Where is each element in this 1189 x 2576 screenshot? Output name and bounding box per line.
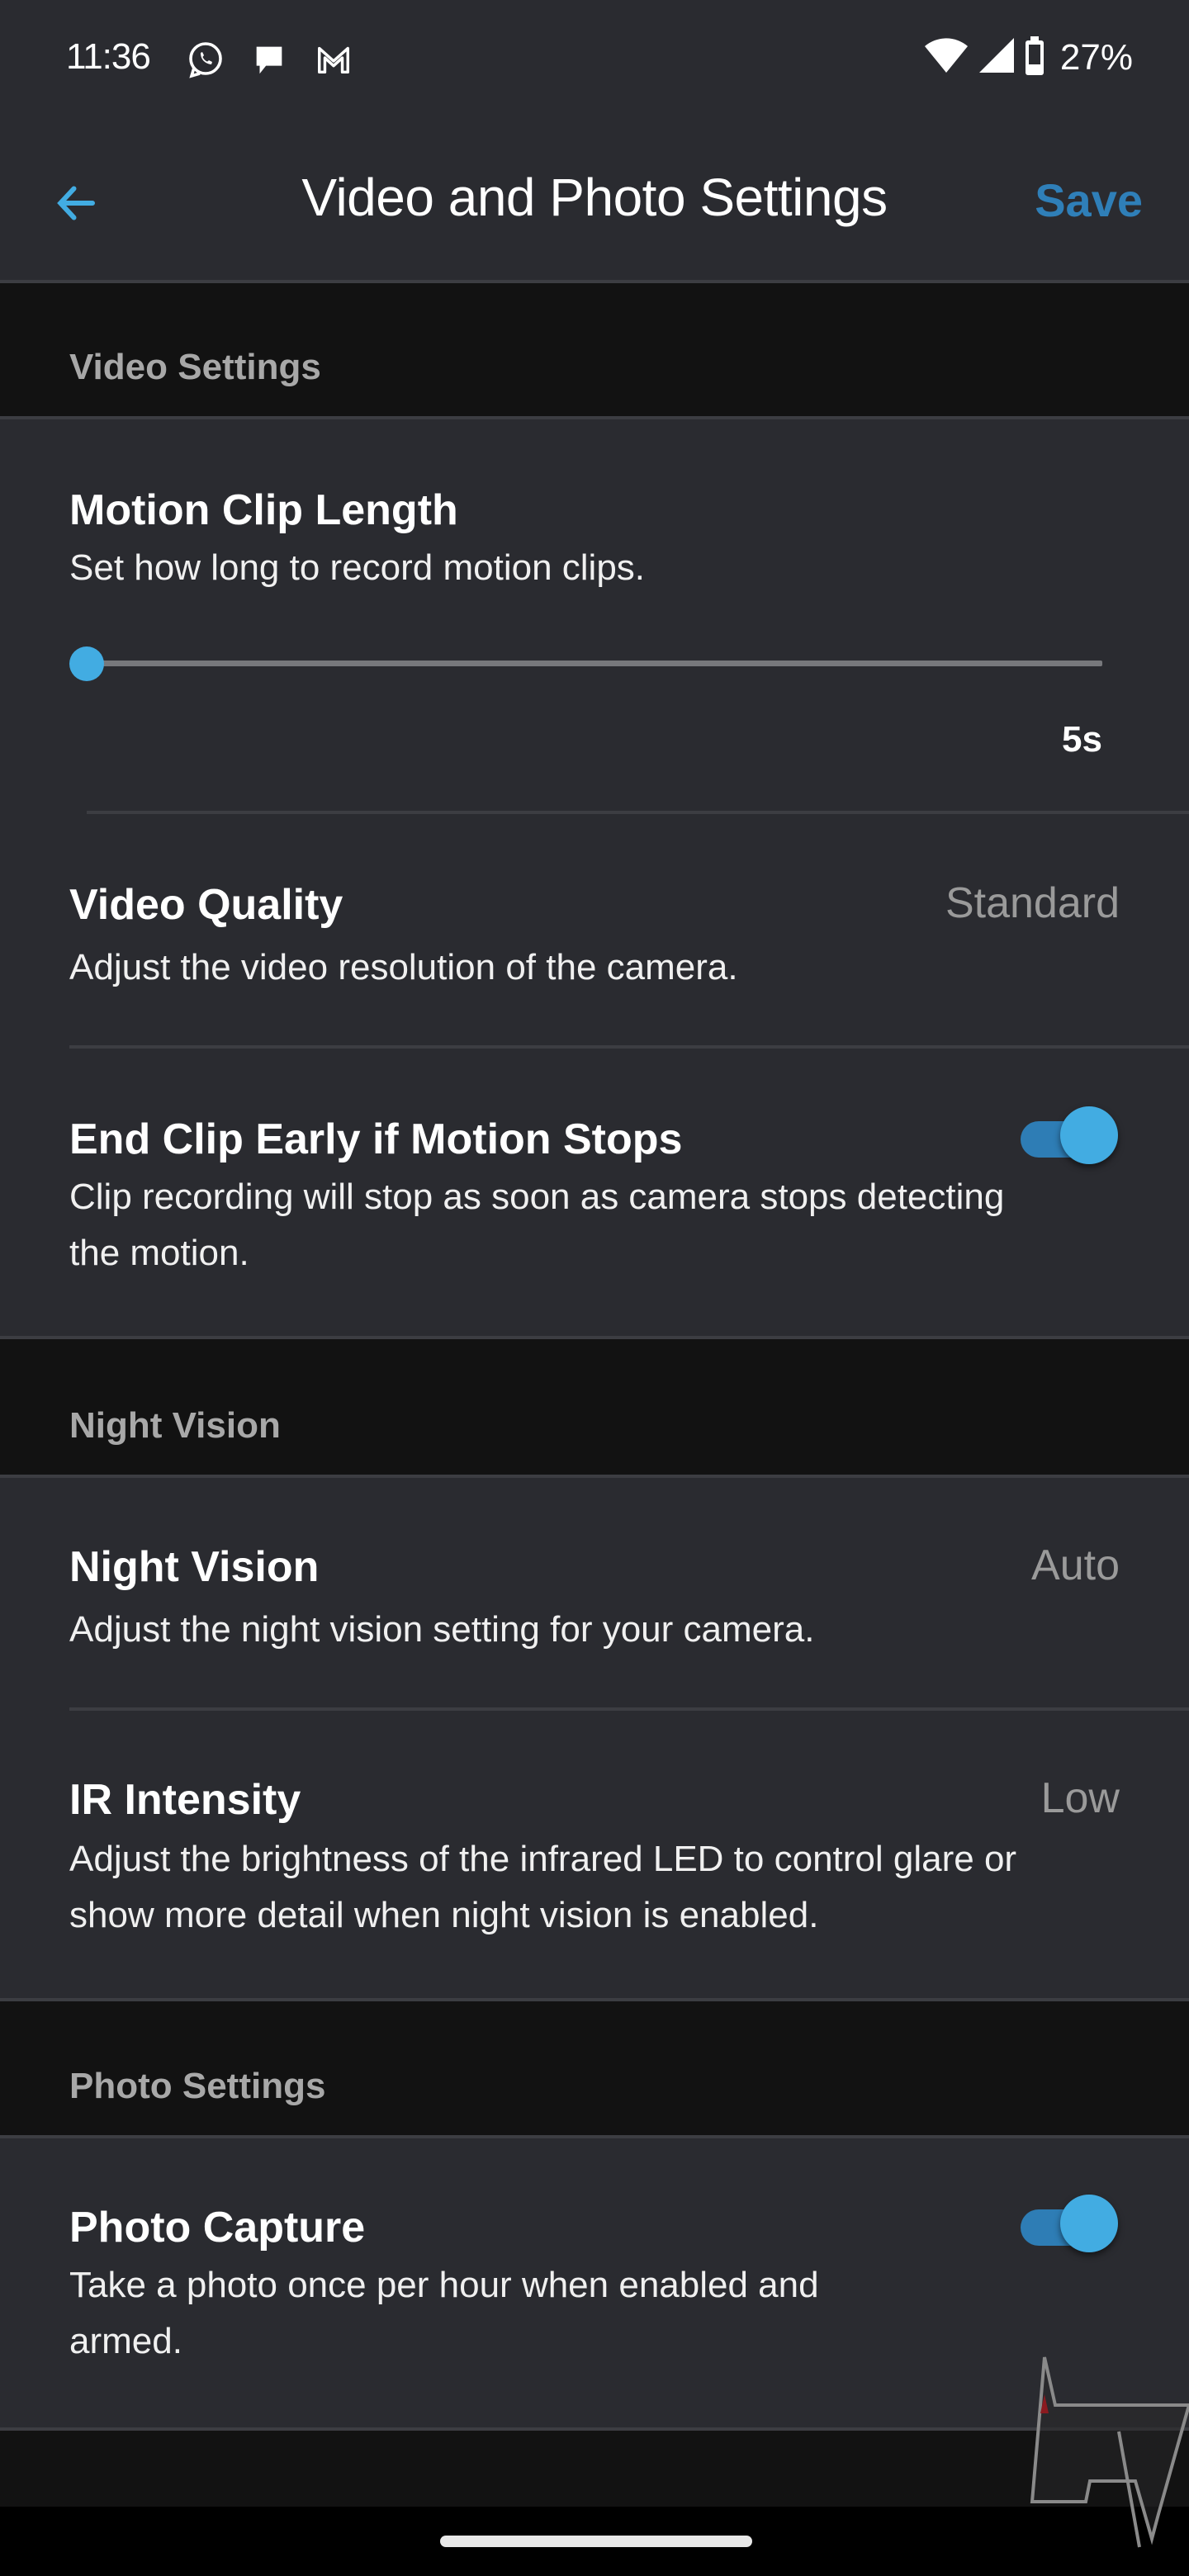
video-settings-group: Motion Clip Length Set how long to recor…: [0, 419, 1189, 1339]
whatsapp-icon: [185, 40, 225, 79]
status-time: 11:36: [66, 36, 151, 77]
setting-title: End Clip Early if Motion Stops: [69, 1115, 683, 1163]
setting-description: Adjust the video resolution of the camer…: [69, 947, 738, 987]
section-header-label: Video Settings: [69, 347, 321, 387]
system-status: 27%: [923, 33, 1133, 83]
setting-value: Standard: [945, 879, 1120, 927]
setting-value: Auto: [1031, 1541, 1120, 1589]
save-button[interactable]: Save: [1035, 173, 1143, 227]
setting-row-motion-clip-length: Motion Clip Length Set how long to recor…: [0, 419, 1189, 816]
setting-description: Clip recording will stop as soon as came…: [69, 1177, 1005, 1273]
setting-row-night-vision[interactable]: Night Vision Auto Adjust the night visio…: [0, 1478, 1189, 1711]
setting-title: IR Intensity: [69, 1776, 301, 1824]
battery-icon: [1024, 36, 1045, 80]
night-vision-group: Night Vision Auto Adjust the night visio…: [0, 1478, 1189, 2001]
app-bar: Video and Photo Settings Save: [0, 124, 1189, 283]
home-gesture-handle[interactable]: [440, 2536, 752, 2547]
setting-description: Take a photo once per hour when enabled …: [69, 2265, 819, 2361]
section-header-label: Night Vision: [69, 1405, 281, 1446]
section-header-label: Photo Settings: [69, 2066, 326, 2106]
slider-value-label: 5s: [1062, 719, 1102, 760]
page-title: Video and Photo Settings: [301, 168, 888, 227]
photo-capture-toggle[interactable]: [1021, 2195, 1118, 2261]
setting-title: Night Vision: [69, 1543, 320, 1591]
cell-signal-icon: [978, 36, 1016, 80]
toggle-thumb: [1060, 2195, 1118, 2252]
slider-thumb[interactable]: [69, 646, 104, 681]
section-header-night-vision: Night Vision: [0, 1339, 1189, 1478]
android-police-logo-icon: [950, 2349, 1189, 2555]
section-header-video-settings: Video Settings: [0, 283, 1189, 419]
status-bar: 11:36 27%: [0, 0, 1189, 124]
setting-description: Adjust the night vision setting for your…: [69, 1609, 815, 1650]
setting-title: Video Quality: [69, 881, 343, 929]
messages-icon: [249, 40, 289, 79]
setting-row-ir-intensity[interactable]: IR Intensity Low Adjust the brightness o…: [0, 1711, 1189, 2000]
setting-title: Photo Capture: [69, 2204, 366, 2252]
setting-description: Set how long to record motion clips.: [69, 547, 646, 588]
section-header-photo-settings: Photo Settings: [0, 2001, 1189, 2138]
end-clip-early-toggle[interactable]: [1021, 1106, 1118, 1172]
motion-clip-length-slider[interactable]: [87, 661, 1102, 666]
gmail-icon: [314, 40, 353, 79]
setting-row-end-clip-early: End Clip Early if Motion Stops Clip reco…: [0, 1049, 1189, 1338]
setting-row-video-quality[interactable]: Video Quality Standard Adjust the video …: [0, 814, 1189, 1049]
battery-percent: 27%: [1059, 37, 1133, 78]
setting-value: Low: [1040, 1774, 1120, 1822]
setting-title: Motion Clip Length: [69, 486, 458, 534]
toggle-thumb: [1060, 1106, 1118, 1164]
wifi-icon: [923, 36, 969, 80]
setting-description: Adjust the brightness of the infrared LE…: [69, 1839, 1017, 1935]
